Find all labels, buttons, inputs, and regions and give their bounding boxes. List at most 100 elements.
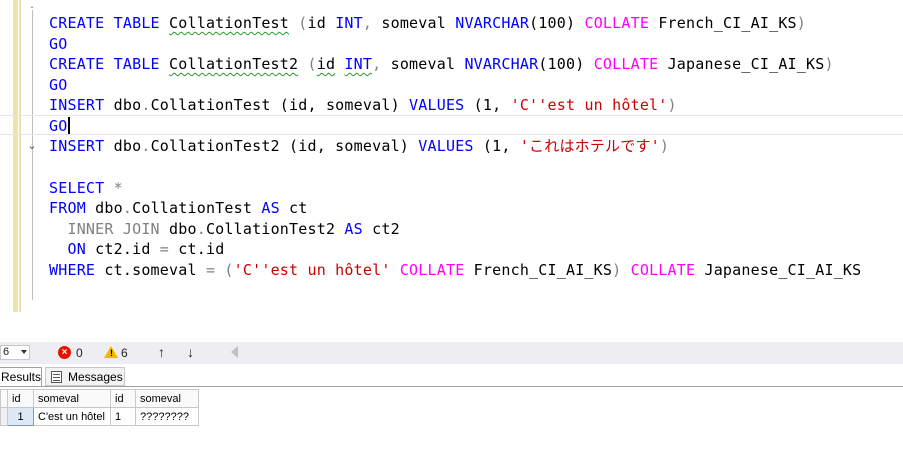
table-name: CollationTest2 bbox=[205, 220, 336, 238]
table-row[interactable]: 1 C'est un hôtel 1 ???????? bbox=[0, 407, 199, 426]
fold-marker-icon[interactable]: · bbox=[26, 2, 38, 14]
code-line-on: ON ct2.id = ct.id bbox=[49, 239, 224, 259]
previous-issue-arrow-icon[interactable]: ↑ bbox=[158, 344, 165, 360]
code-line-join: INNER JOIN dbo.CollationTest2 AS ct2 bbox=[49, 219, 400, 239]
paren: ( bbox=[224, 261, 234, 279]
paren: ) bbox=[824, 55, 834, 73]
paren: ) bbox=[612, 261, 622, 279]
collate-keyword: COLLATE bbox=[399, 261, 465, 279]
data-type: INT bbox=[335, 14, 363, 32]
code-line-1: CREATE TABLE CollationTest (id INT, some… bbox=[49, 13, 806, 33]
change-tracking-bar-secondary bbox=[19, 0, 21, 312]
collate-keyword: COLLATE bbox=[584, 14, 650, 32]
keyword: AS bbox=[344, 220, 363, 238]
table-name: CollationTest bbox=[132, 199, 253, 217]
dot: . bbox=[141, 137, 151, 155]
column-header[interactable]: id bbox=[110, 389, 136, 408]
go-keyword: GO bbox=[49, 76, 68, 94]
comma: , bbox=[372, 55, 382, 73]
error-count: 0 bbox=[76, 346, 83, 360]
tab-divider bbox=[0, 386, 903, 387]
dot: . bbox=[141, 96, 151, 114]
keyword: FROM bbox=[49, 199, 86, 217]
operator: = bbox=[205, 261, 216, 279]
tab-messages-label: Messages bbox=[68, 370, 123, 384]
table-name: CollationTest2 bbox=[169, 55, 299, 73]
keyword: TABLE bbox=[113, 55, 160, 73]
code-line-2: GO bbox=[49, 34, 67, 54]
string-literal: 'C''est un hôtel' bbox=[510, 96, 668, 114]
chevron-down-icon bbox=[21, 350, 27, 354]
paren: ( bbox=[307, 55, 317, 73]
column-header[interactable]: id bbox=[7, 389, 34, 408]
code-line-from: FROM dbo.CollationTest AS ct bbox=[49, 198, 308, 218]
tab-messages[interactable]: Messages bbox=[45, 367, 125, 386]
grid-cell[interactable]: 1 bbox=[110, 407, 136, 426]
go-keyword: GO bbox=[49, 117, 68, 135]
text-caret bbox=[68, 117, 71, 134]
error-icon[interactable]: × bbox=[58, 346, 71, 359]
keyword: INSERT bbox=[49, 96, 105, 114]
grid-cell[interactable]: ???????? bbox=[135, 407, 199, 426]
column-name: id bbox=[316, 55, 336, 73]
data-type: NVARCHAR bbox=[464, 55, 539, 73]
scroll-left-icon[interactable] bbox=[231, 346, 238, 358]
grid-cell[interactable]: 1 bbox=[7, 407, 34, 426]
schema-name: dbo bbox=[113, 137, 142, 155]
paren: ) bbox=[796, 14, 807, 32]
schema-name: dbo bbox=[169, 220, 197, 238]
query-editor[interactable]: ⌄ · CREATE TABLE CollationTest (id INT, … bbox=[0, 0, 903, 342]
code-line-select: SELECT * bbox=[49, 178, 123, 198]
column-name: someval bbox=[390, 55, 456, 73]
length: (100) bbox=[529, 14, 576, 32]
data-type: INT bbox=[344, 55, 373, 73]
collation-name: Japanese_CI_AI_KS bbox=[704, 261, 862, 279]
paren: ) bbox=[667, 96, 677, 114]
dot: . bbox=[122, 199, 133, 217]
join-keyword: INNER JOIN bbox=[67, 220, 160, 238]
keyword: CREATE bbox=[49, 55, 105, 73]
column-list: (id, someval) bbox=[279, 96, 400, 114]
keyword: AS bbox=[261, 199, 280, 217]
next-issue-arrow-icon[interactable]: ↓ bbox=[187, 344, 194, 360]
keyword: ON bbox=[67, 240, 86, 258]
keyword: WHERE bbox=[49, 261, 96, 279]
keyword: TABLE bbox=[113, 14, 160, 32]
outline-fold-line bbox=[32, 10, 33, 300]
schema-name: dbo bbox=[95, 199, 123, 217]
warning-icon-mark: ! bbox=[110, 348, 113, 358]
row-header[interactable] bbox=[0, 407, 8, 426]
editor-status-strip: 6 × 0 ! 6 ↑ ↓ bbox=[0, 342, 903, 364]
column-header[interactable]: someval bbox=[135, 389, 199, 408]
dot: . bbox=[196, 220, 206, 238]
code-line-5: INSERT dbo.CollationTest (id, someval) V… bbox=[49, 95, 677, 115]
grid-cell[interactable]: C'est un hôtel bbox=[33, 407, 111, 426]
string-literal: 'C''est un hôtel' bbox=[233, 261, 391, 279]
collation-name: French_CI_AI_KS bbox=[473, 261, 613, 279]
string-literal: 'これはホテルです' bbox=[519, 137, 660, 155]
zoom-value: 6 bbox=[3, 346, 10, 358]
fold-collapse-icon[interactable]: ⌄ bbox=[26, 140, 38, 152]
results-tab-bar: Results Messages bbox=[0, 367, 903, 387]
alias: ct bbox=[289, 199, 308, 217]
tab-results-label: Results bbox=[1, 370, 42, 384]
zoom-dropdown[interactable]: 6 bbox=[0, 345, 30, 360]
collation-name: Japanese_CI_AI_KS bbox=[667, 55, 825, 73]
values-open: (1, bbox=[482, 137, 511, 155]
data-type: NVARCHAR bbox=[455, 14, 530, 32]
table-name: CollationTest bbox=[150, 96, 271, 114]
code-line-where: WHERE ct.someval = ('C''est un hôtel' CO… bbox=[49, 260, 861, 280]
messages-icon bbox=[51, 371, 62, 383]
row-header-corner[interactable] bbox=[0, 389, 8, 408]
table-name: CollationTest bbox=[169, 14, 290, 32]
alias: ct2 bbox=[372, 220, 400, 238]
keyword: CREATE bbox=[49, 14, 105, 32]
keyword: VALUES bbox=[409, 96, 465, 114]
collate-keyword: COLLATE bbox=[593, 55, 659, 73]
column-name: id bbox=[307, 14, 326, 32]
tab-results[interactable]: Results bbox=[0, 367, 42, 386]
results-grid[interactable]: id someval id someval 1 C'est un hôtel 1… bbox=[0, 389, 199, 426]
expression: ct.someval bbox=[104, 261, 197, 279]
go-keyword: GO bbox=[49, 35, 68, 53]
column-header[interactable]: someval bbox=[33, 389, 111, 408]
